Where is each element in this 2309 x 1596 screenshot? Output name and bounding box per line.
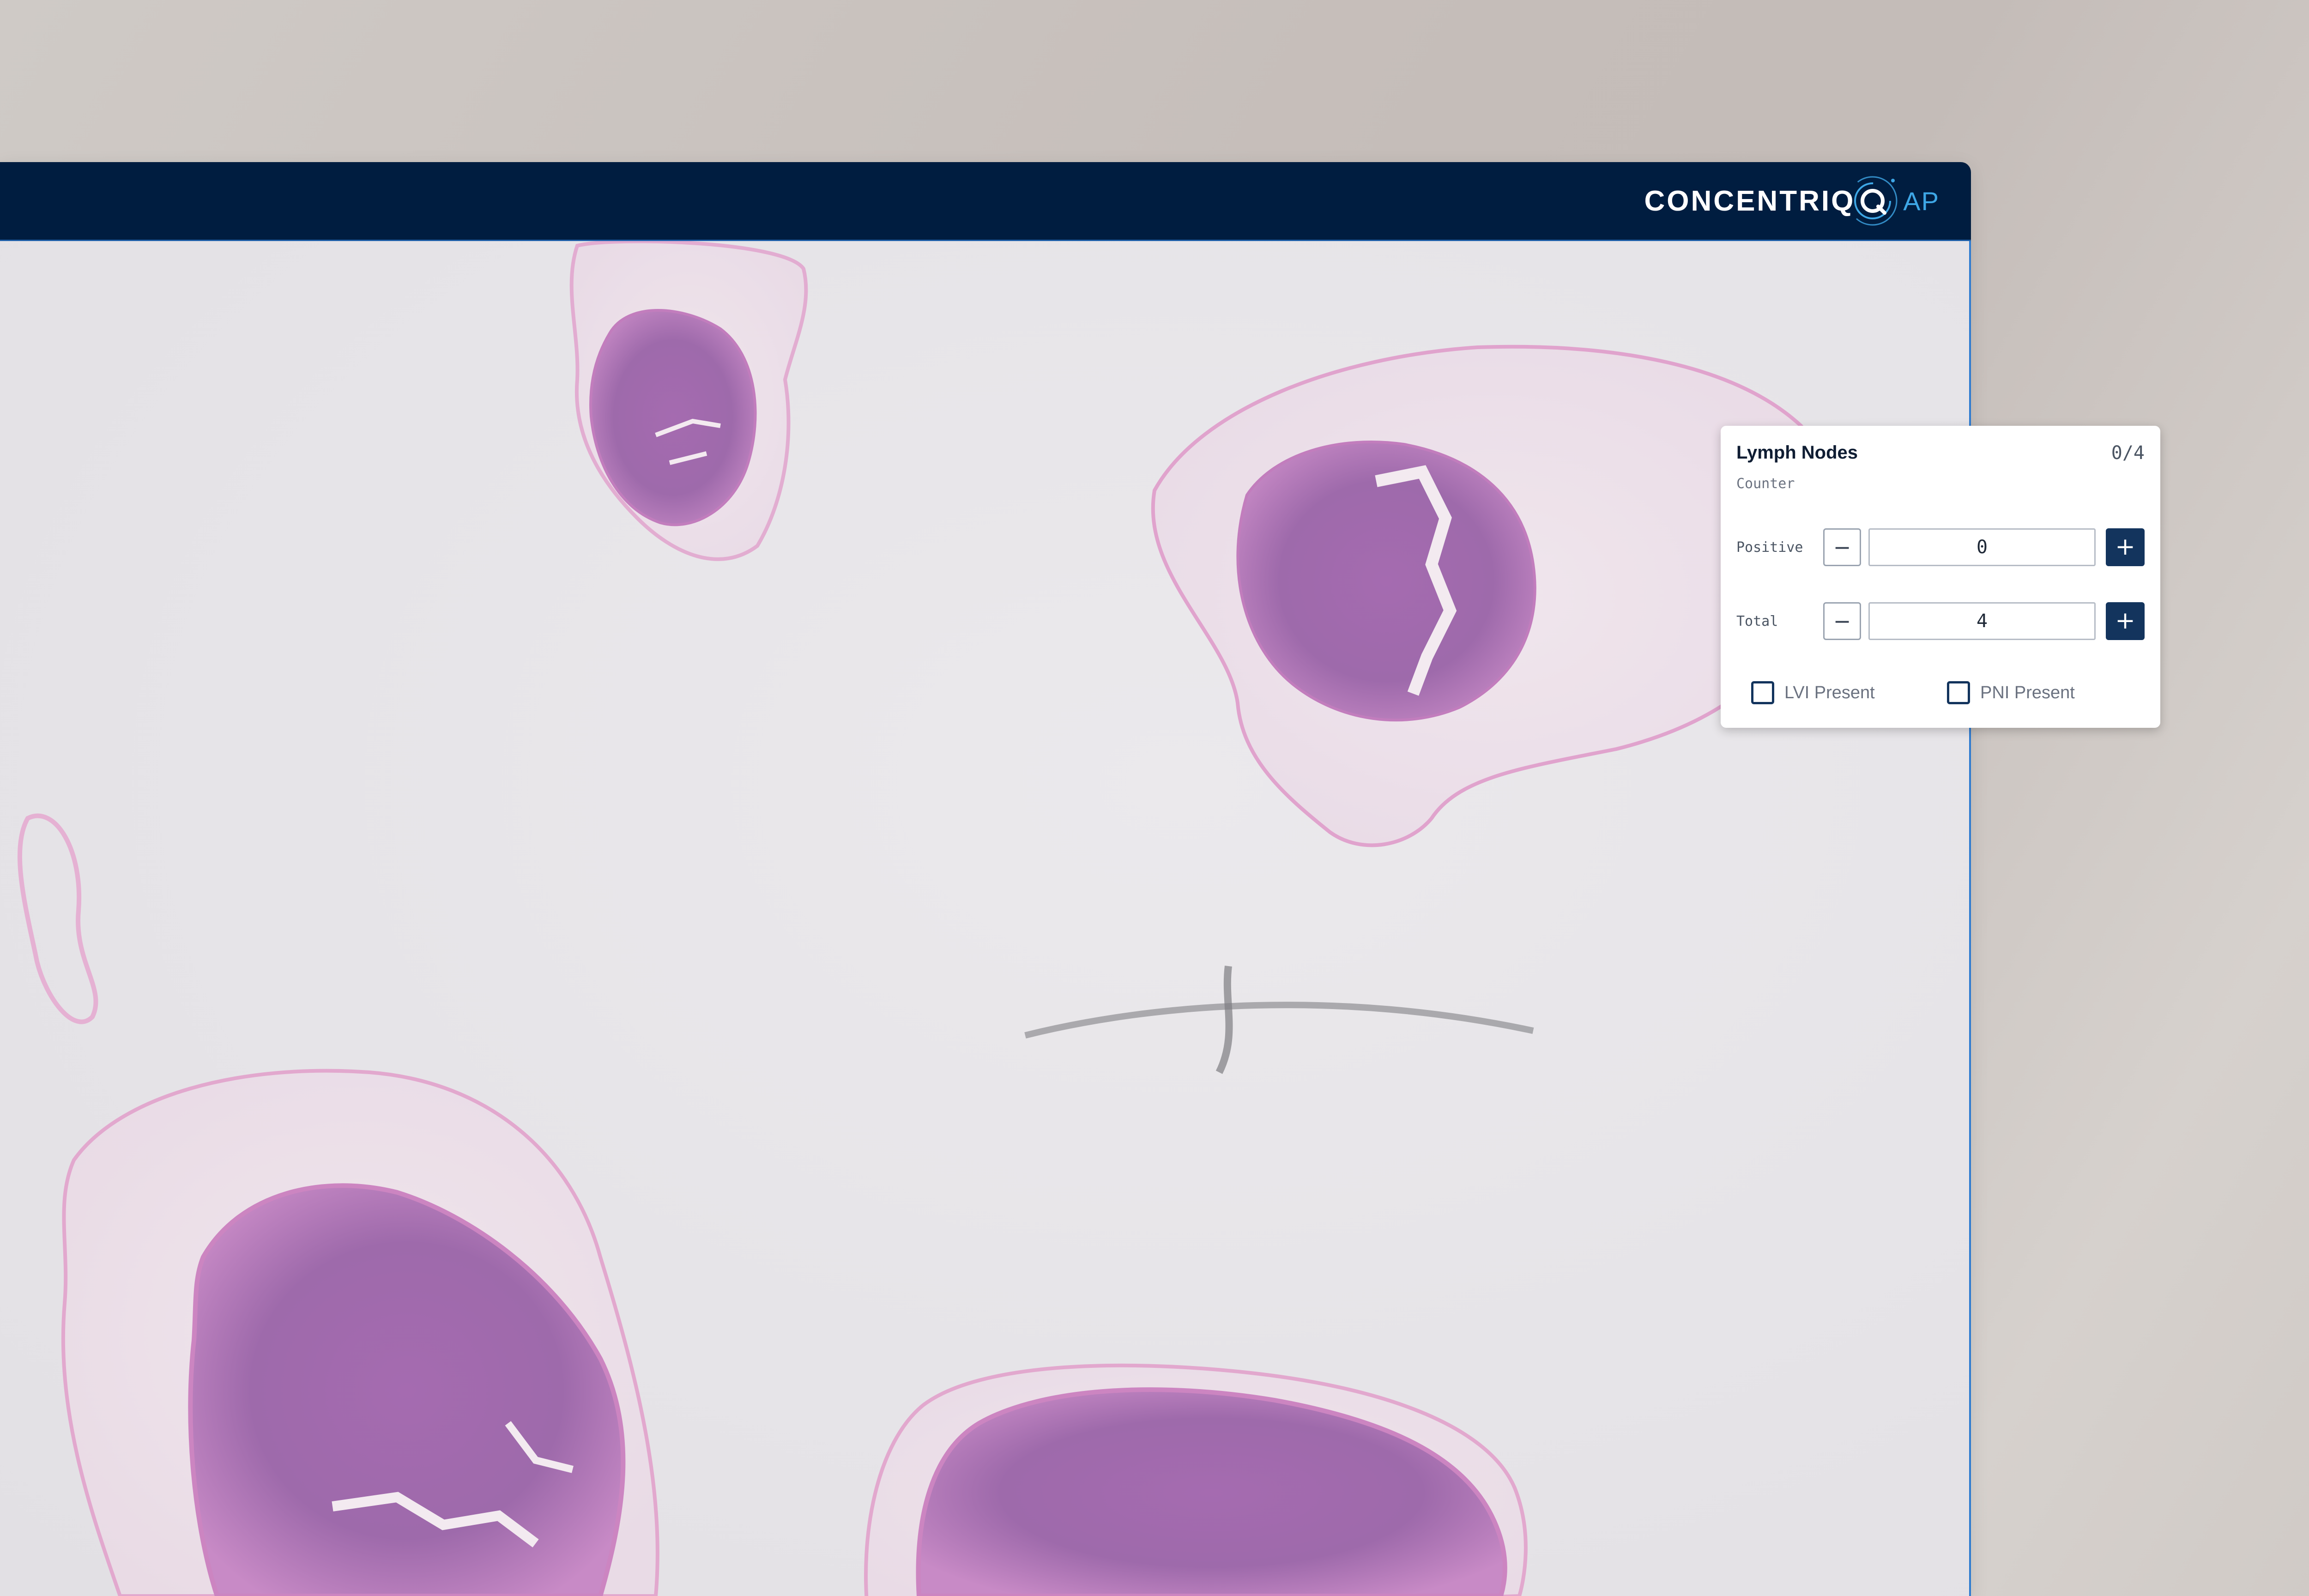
brand-logo: CONCENTRIQ AP	[1644, 162, 1940, 240]
brand-suffix: AP	[1903, 186, 1940, 216]
lvi-checkbox-box[interactable]	[1751, 681, 1774, 704]
top-bar: CONCENTRIQ AP	[0, 162, 1971, 241]
positive-count-input[interactable]	[1868, 528, 2096, 566]
panel-subtitle: Counter	[1736, 476, 1795, 492]
panel-title: Lymph Nodes	[1736, 442, 1858, 463]
positive-label: Positive	[1736, 539, 1803, 556]
positive-decrement-button[interactable]: −	[1823, 528, 1861, 566]
pni-checkbox-box[interactable]	[1947, 681, 1970, 704]
total-decrement-button[interactable]: −	[1823, 602, 1861, 640]
lvi-present-checkbox[interactable]: LVI Present	[1751, 679, 1875, 707]
total-count-input[interactable]	[1868, 602, 2096, 640]
app-window: CONCENTRIQ AP	[0, 162, 1971, 1596]
positive-total-count: 0/4	[2111, 442, 2145, 464]
positive-increment-button[interactable]: +	[2106, 528, 2145, 566]
pni-present-label: PNI Present	[1980, 683, 2075, 702]
total-increment-button[interactable]: +	[2106, 602, 2145, 640]
concentric-rings-q-icon	[1848, 176, 1898, 226]
positive-stepper: Positive − +	[1736, 528, 2145, 567]
pni-present-checkbox[interactable]: PNI Present	[1947, 679, 2075, 707]
total-stepper: Total − +	[1736, 602, 2145, 641]
slide-viewer[interactable]	[0, 241, 1971, 1596]
brand-name: CONCENTRIQ	[1644, 185, 1856, 217]
slide-image	[17, 241, 1831, 1596]
total-label: Total	[1736, 613, 1778, 629]
lymph-node-counter-panel: Lymph Nodes 0/4 Counter Positive − + Tot…	[1721, 426, 2160, 728]
lvi-present-label: LVI Present	[1784, 683, 1875, 702]
